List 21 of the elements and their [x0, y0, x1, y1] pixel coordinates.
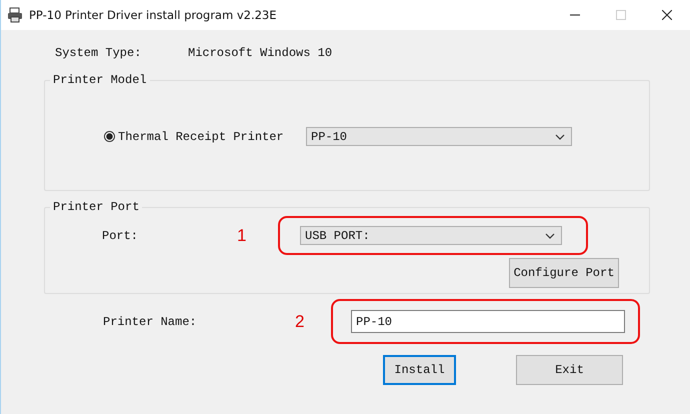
dropdown[interactable]: PP-10: [306, 127, 572, 146]
annotation-number: 2: [295, 312, 306, 332]
dropdown[interactable]: USB PORT:: [300, 226, 562, 245]
group-title: Printer Model: [52, 73, 148, 87]
field-label: Port:: [101, 228, 140, 242]
radio-option[interactable]: Thermal Receipt Printer: [104, 130, 291, 144]
field-label: System Type:: [55, 46, 142, 60]
configure-port-button[interactable]: Configure Port: [509, 258, 619, 288]
system-value: Microsoft Windows 10: [188, 46, 332, 60]
dialog-button[interactable]: Install: [383, 355, 456, 385]
annotation-number: 1: [237, 226, 248, 246]
window-title: PP-10 Printer Driver install program v2.23E: [29, 8, 277, 22]
group-title: Printer Port: [52, 200, 140, 214]
input-field[interactable]: PP-10: [351, 310, 625, 333]
field-label: Printer Name:: [103, 314, 198, 328]
caret-icon: [555, 134, 565, 140]
dialog-button[interactable]: Exit: [516, 355, 623, 385]
printer-icon: [7, 7, 23, 23]
close-icon: [662, 10, 672, 20]
caret-icon: [545, 232, 555, 238]
maximize-icon: [616, 10, 626, 20]
